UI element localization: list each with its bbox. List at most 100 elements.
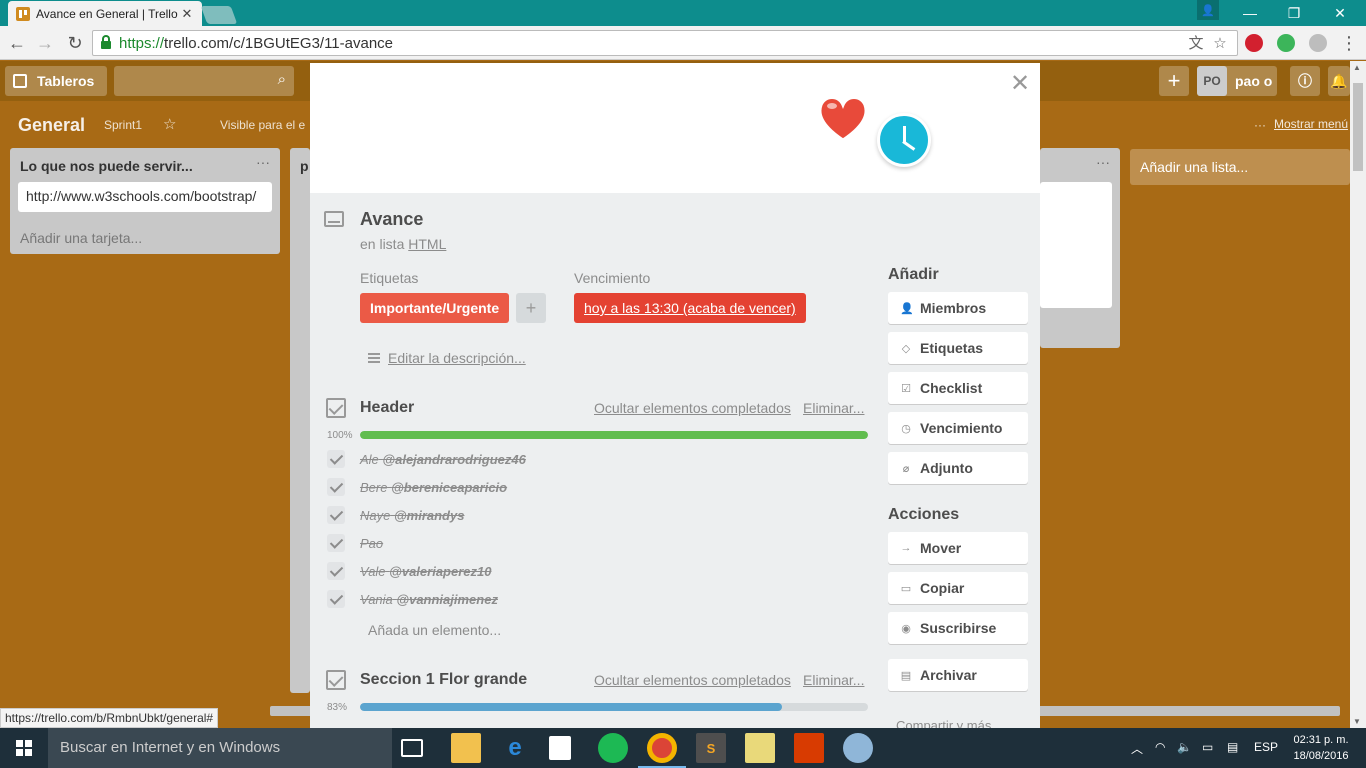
sticky-notes-icon[interactable] — [745, 733, 775, 763]
delete-checklist-link[interactable]: Eliminar... — [803, 400, 864, 416]
delete-checklist-link[interactable]: Eliminar... — [803, 672, 864, 688]
checklist-title[interactable]: Seccion 1 Flor grande — [360, 671, 527, 689]
page-scrollbar[interactable]: ▲ ▼ — [1350, 61, 1366, 728]
minimize-button[interactable]: — — [1228, 0, 1272, 26]
hide-completed-link[interactable]: Ocultar elementos completados — [594, 672, 791, 688]
volume-icon[interactable]: 🔈 — [1177, 740, 1192, 754]
list-menu-icon[interactable]: ··· — [1096, 154, 1110, 170]
notifications-bell-icon[interactable]: 🔔 — [1328, 66, 1350, 96]
labels-button[interactable]: ◇ Etiquetas — [888, 332, 1028, 364]
checklist-title[interactable]: Header — [360, 399, 414, 417]
checkbox-checked[interactable] — [327, 506, 345, 524]
share-more-link[interactable]: Compartir y más... — [896, 718, 1002, 728]
list-menu-icon[interactable]: ··· — [256, 154, 270, 170]
list-title[interactable]: p — [300, 158, 309, 174]
checklist-item[interactable]: Pao — [360, 536, 383, 551]
list-title[interactable]: Lo que nos puede servir... — [20, 158, 193, 174]
store-icon[interactable] — [549, 736, 571, 760]
address-bar[interactable]: https:// trello.com/c/1BGUtEG3/11-avance… — [92, 30, 1238, 56]
adblock-extension-icon[interactable] — [1245, 34, 1263, 52]
close-window-button[interactable]: ✕ — [1318, 0, 1362, 26]
add-label-button[interactable]: + — [516, 293, 546, 323]
board-visibility[interactable]: Visible para el e — [220, 118, 305, 132]
board-sprint[interactable]: Sprint1 — [104, 118, 142, 132]
subscribe-button[interactable]: ◉ Suscribirse — [888, 612, 1028, 644]
battery-icon[interactable]: ▭ — [1202, 740, 1213, 754]
list-column: ··· — [1040, 148, 1120, 348]
edit-description-link[interactable]: Editar la descripción... — [368, 350, 526, 366]
attachment-button[interactable]: ⌀ Adjunto — [888, 452, 1028, 484]
checklist-item[interactable]: Bere @bereniceaparicio — [360, 480, 507, 495]
archive-button[interactable]: ▤ Archivar — [888, 659, 1028, 691]
user-profile-icon[interactable]: 👤 — [1197, 0, 1219, 20]
sublime-text-icon[interactable]: S — [696, 733, 726, 763]
move-button[interactable]: → Mover — [888, 532, 1028, 564]
taskbar-search-box[interactable]: Buscar en Internet y en Windows — [48, 728, 392, 768]
extension-icon[interactable] — [1309, 34, 1327, 52]
checklist-item[interactable]: Naye @mirandys — [360, 508, 464, 523]
tray-chevron-icon[interactable]: ︿ — [1131, 740, 1143, 757]
checkbox-checked[interactable] — [327, 590, 345, 608]
board-search-input[interactable]: ⌕ — [114, 66, 294, 96]
scrollbar-thumb[interactable] — [1353, 83, 1363, 171]
due-date-button[interactable]: ◷ Vencimiento — [888, 412, 1028, 444]
scroll-down-icon[interactable]: ▼ — [1353, 717, 1361, 726]
new-tab-button[interactable] — [200, 6, 238, 24]
paint-icon[interactable] — [843, 733, 873, 763]
edge-browser-icon[interactable]: e — [500, 733, 530, 763]
translate-icon[interactable]: 文 — [1187, 35, 1205, 53]
member-menu-button[interactable]: PO pao o — [1197, 66, 1277, 96]
checklist-item[interactable]: Vania @vanniajimenez — [360, 592, 498, 607]
scroll-up-icon[interactable]: ▲ — [1353, 63, 1361, 72]
show-menu-link[interactable]: Mostrar menú — [1274, 117, 1348, 131]
board-title[interactable]: General — [18, 115, 85, 136]
checklist-item[interactable]: Vale @valeriaperez10 — [360, 564, 491, 579]
task-view-icon[interactable] — [401, 739, 423, 757]
label-chip[interactable]: Importante/Urgente — [360, 293, 510, 323]
wifi-icon[interactable]: ◠ — [1155, 740, 1165, 754]
file-explorer-icon[interactable] — [451, 733, 481, 763]
list-column: Lo que nos puede servir... ··· http://ww… — [10, 148, 280, 254]
language-indicator[interactable]: ESP — [1254, 740, 1278, 754]
restore-button[interactable]: ❐ — [1272, 0, 1316, 26]
checkbox-checked[interactable] — [327, 534, 345, 552]
boards-button[interactable]: Tableros — [5, 66, 107, 96]
list-card[interactable] — [1040, 182, 1112, 308]
members-button[interactable]: 👤 Miembros — [888, 292, 1028, 324]
add-card-link[interactable]: Añadir una tarjeta... — [20, 230, 142, 246]
add-checklist-item-link[interactable]: Añada un elemento... — [368, 622, 501, 638]
browser-tab[interactable]: Avance en General | Trello ✕ — [8, 1, 202, 26]
grammarly-extension-icon[interactable] — [1277, 34, 1295, 52]
info-icon[interactable]: ⓘ — [1290, 66, 1320, 96]
checklist-item[interactable]: Ale @alejandrarodriguez46 — [360, 452, 526, 467]
add-list-button[interactable]: Añadir una lista... — [1130, 149, 1350, 185]
tab-title: Avance en General | Trello — [36, 6, 178, 21]
close-icon[interactable]: ✕ — [1010, 69, 1030, 98]
forward-arrow-icon[interactable]: → — [34, 32, 56, 54]
reload-icon[interactable]: ↻ — [64, 32, 86, 54]
checkbox-checked[interactable] — [327, 478, 345, 496]
card-title[interactable]: Avance — [360, 209, 423, 230]
copy-button[interactable]: ▭ Copiar — [888, 572, 1028, 604]
notification-center-icon[interactable]: ▤ — [1227, 740, 1238, 754]
list-card[interactable]: http://www.w3schools.com/bootstrap/ — [18, 182, 272, 212]
list-link[interactable]: HTML — [408, 236, 446, 252]
start-button[interactable] — [0, 728, 48, 768]
chrome-icon[interactable] — [647, 733, 677, 763]
back-arrow-icon[interactable]: ← — [6, 32, 28, 54]
star-icon[interactable]: ☆ — [163, 115, 176, 133]
taskbar-clock[interactable]: 02:31 p. m. 18/08/2016 — [1286, 732, 1356, 764]
tab-close-icon[interactable]: ✕ — [180, 6, 194, 22]
chrome-menu-icon[interactable]: ⋮ — [1338, 32, 1360, 54]
due-date-badge[interactable]: hoy a las 13:30 (acaba de vencer) — [574, 293, 806, 323]
office-icon[interactable] — [794, 733, 824, 763]
checklist-button[interactable]: ☑ Checklist — [888, 372, 1028, 404]
checkbox-checked[interactable] — [327, 562, 345, 580]
add-button[interactable]: + — [1159, 66, 1189, 96]
spotify-icon[interactable] — [598, 733, 628, 763]
more-dots-icon[interactable]: ··· — [1254, 118, 1266, 132]
hide-completed-link[interactable]: Ocultar elementos completados — [594, 400, 791, 416]
checkbox-checked[interactable] — [327, 450, 345, 468]
bookmark-star-icon[interactable]: ☆ — [1211, 35, 1229, 53]
boards-icon — [13, 74, 27, 88]
